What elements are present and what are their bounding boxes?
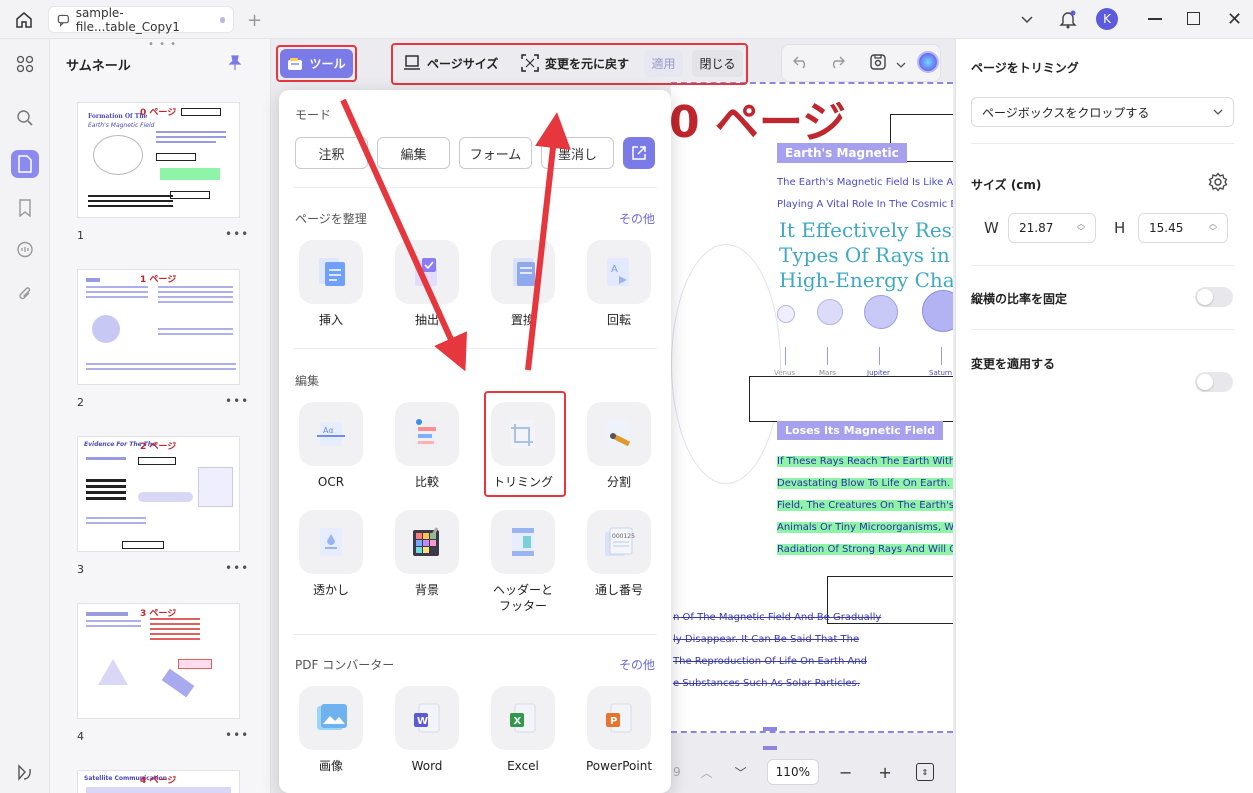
annotation-arrows bbox=[340, 98, 571, 372]
arrow-to-crop-tool bbox=[340, 98, 468, 372]
arrow-to-crop-toolbar bbox=[525, 112, 571, 371]
